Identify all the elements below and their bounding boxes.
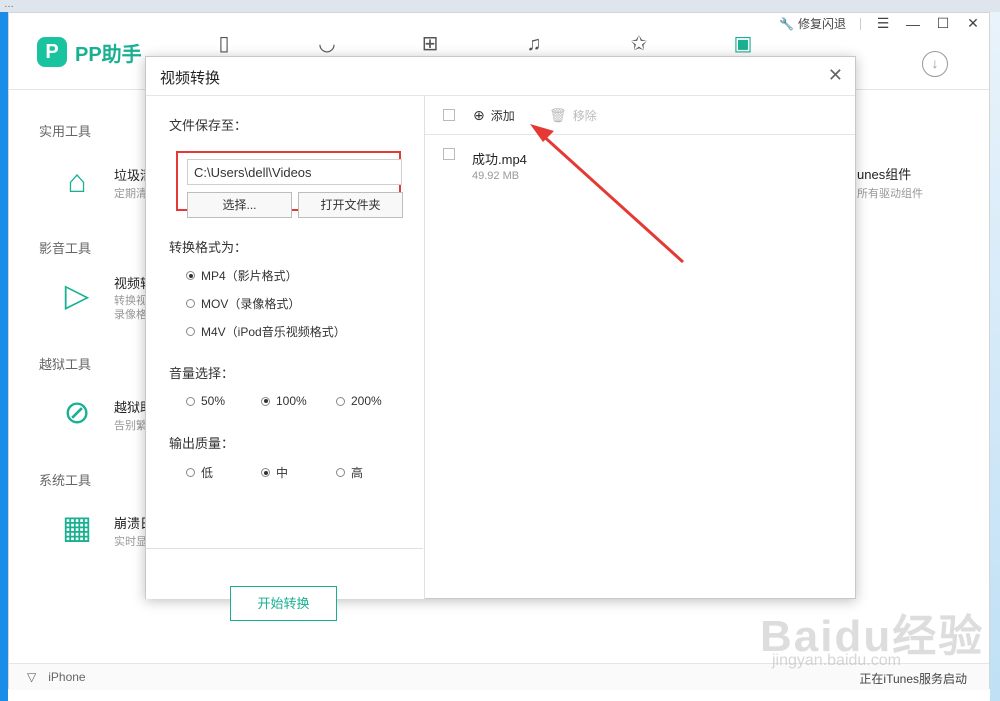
trash-icon: 🗑 <box>549 107 567 123</box>
close-button[interactable]: ✕ <box>965 15 981 32</box>
remove-label: 移除 <box>572 109 597 123</box>
option-label: 50% <box>201 394 226 408</box>
tool-desc: 所有驱动组件 <box>857 188 923 200</box>
radio-button[interactable] <box>261 468 270 477</box>
crash-log-icon[interactable]: ▦ <box>57 507 97 547</box>
menu-button[interactable]: ☰ <box>875 15 891 32</box>
file-checkbox[interactable] <box>443 148 455 160</box>
quality-option-medium[interactable]: 中 <box>261 464 288 481</box>
wrench-icon: 🔧 <box>779 16 794 31</box>
file-list-panel: ⊕ 添加 🗑 移除 成功.mp4 49.92 MB <box>425 96 855 599</box>
radio-button[interactable] <box>186 396 195 406</box>
repair-label: 修复闪退 <box>797 17 846 31</box>
dialog-header: 视频转换 ✕ <box>146 57 855 96</box>
chevron-down-icon: ▽ <box>27 670 37 684</box>
video-convert-dialog: 视频转换 ✕ 文件保存至： 选择... 打开文件夹 转换格式为： MP4（影片格… <box>145 56 856 621</box>
volume-label: 音量选择： <box>169 366 235 381</box>
option-label: 中 <box>276 466 289 480</box>
remove-button[interactable]: 🗑 移除 <box>549 107 597 124</box>
quality-option-high[interactable]: 高 <box>336 464 363 481</box>
tool-desc: 实时显 <box>114 536 147 548</box>
tool-name[interactable]: unes组件 <box>857 164 911 183</box>
option-label: MP4（影片格式） <box>201 269 298 283</box>
choose-folder-button[interactable]: 选择... <box>187 192 292 218</box>
dialog-title: 视频转换 <box>160 70 221 87</box>
radio-button[interactable] <box>186 327 195 336</box>
format-label: 转换格式为： <box>169 240 248 255</box>
app-store-icon[interactable]: ◡ <box>314 31 340 57</box>
option-label: 100% <box>276 394 307 408</box>
maximize-button[interactable]: ☐ <box>935 15 951 32</box>
format-option-m4v[interactable]: M4V（iPod音乐视频格式） <box>186 323 346 340</box>
status-text: 正在iTunes服务启动 <box>859 672 967 686</box>
repair-crash-button[interactable]: 🔧 修复闪退 <box>779 15 846 32</box>
desktop-edge-left <box>0 12 8 701</box>
section-title: 越狱工具 <box>39 357 92 372</box>
radio-button[interactable] <box>336 396 345 406</box>
game-icon[interactable]: ⊞ <box>417 31 443 57</box>
device-selector[interactable]: ▽ iPhone <box>27 670 86 684</box>
format-option-mp4[interactable]: MP4（影片格式） <box>186 267 298 284</box>
window-controls: 🔧 修复闪退 ☰ — ☐ ✕ <box>779 15 981 32</box>
volume-option-200[interactable]: 200% <box>336 394 382 408</box>
pp-logo-icon: P <box>37 37 67 67</box>
divider <box>146 548 423 549</box>
app-logo[interactable]: P PP助手 <box>37 37 142 67</box>
plus-circle-icon: ⊕ <box>473 107 485 123</box>
download-icon[interactable]: ↓ <box>922 51 948 77</box>
music-icon[interactable]: ♫ <box>521 31 547 57</box>
save-path-input[interactable] <box>187 159 402 185</box>
app-name: PP助手 <box>75 43 142 66</box>
tool-desc-2: 录像格 <box>114 309 147 321</box>
star-icon[interactable]: ✩ <box>626 31 652 57</box>
file-toolbar: ⊕ 添加 🗑 移除 <box>425 96 855 135</box>
radio-button[interactable] <box>186 299 195 308</box>
toolbox-icon[interactable]: ▣ <box>730 31 756 57</box>
quality-label: 输出质量： <box>169 436 235 451</box>
option-label: M4V（iPod音乐视频格式） <box>201 325 346 339</box>
desktop-edge-right <box>990 12 1000 701</box>
volume-option-50[interactable]: 50% <box>186 394 225 408</box>
browser-tab[interactable]: … <box>4 0 14 12</box>
radio-button[interactable] <box>336 468 345 477</box>
watermark-url: jingyan.baidu.com <box>772 652 901 669</box>
phone-icon[interactable]: ▯ <box>211 31 237 57</box>
add-button[interactable]: ⊕ 添加 <box>473 107 515 124</box>
settings-panel: 文件保存至： 选择... 打开文件夹 转换格式为： MP4（影片格式） MOV（… <box>146 96 425 621</box>
tool-desc: 定期清 <box>114 188 147 200</box>
section-title: 影音工具 <box>39 241 92 256</box>
option-label: 低 <box>201 466 214 480</box>
section-title: 实用工具 <box>39 124 92 139</box>
tool-desc: 告别繁 <box>114 420 147 432</box>
broom-icon[interactable]: ⌂ <box>57 161 97 201</box>
device-name: iPhone <box>48 670 86 684</box>
video-file-icon[interactable]: ▷ <box>57 275 97 315</box>
separator <box>860 17 861 30</box>
file-size: 49.92 MB <box>472 170 520 182</box>
select-all-checkbox[interactable] <box>443 109 455 121</box>
open-folder-button[interactable]: 打开文件夹 <box>298 192 403 218</box>
save-to-label: 文件保存至： <box>169 118 248 133</box>
jailbreak-icon[interactable]: ⊘ <box>57 392 97 432</box>
section-title: 系统工具 <box>39 473 92 488</box>
add-label: 添加 <box>490 109 515 123</box>
option-label: 200% <box>351 394 382 408</box>
close-icon[interactable]: ✕ <box>828 65 843 86</box>
option-label: MOV（录像格式） <box>201 297 301 311</box>
quality-option-low[interactable]: 低 <box>186 464 213 481</box>
option-label: 高 <box>351 466 364 480</box>
volume-option-100[interactable]: 100% <box>261 394 307 408</box>
radio-button[interactable] <box>186 468 195 477</box>
minimize-button[interactable]: — <box>905 16 921 32</box>
file-name: 成功.mp4 <box>472 152 527 167</box>
radio-button[interactable] <box>261 396 270 406</box>
radio-button[interactable] <box>186 271 195 280</box>
format-option-mov[interactable]: MOV（录像格式） <box>186 295 300 312</box>
start-convert-button[interactable]: 开始转换 <box>230 586 337 621</box>
